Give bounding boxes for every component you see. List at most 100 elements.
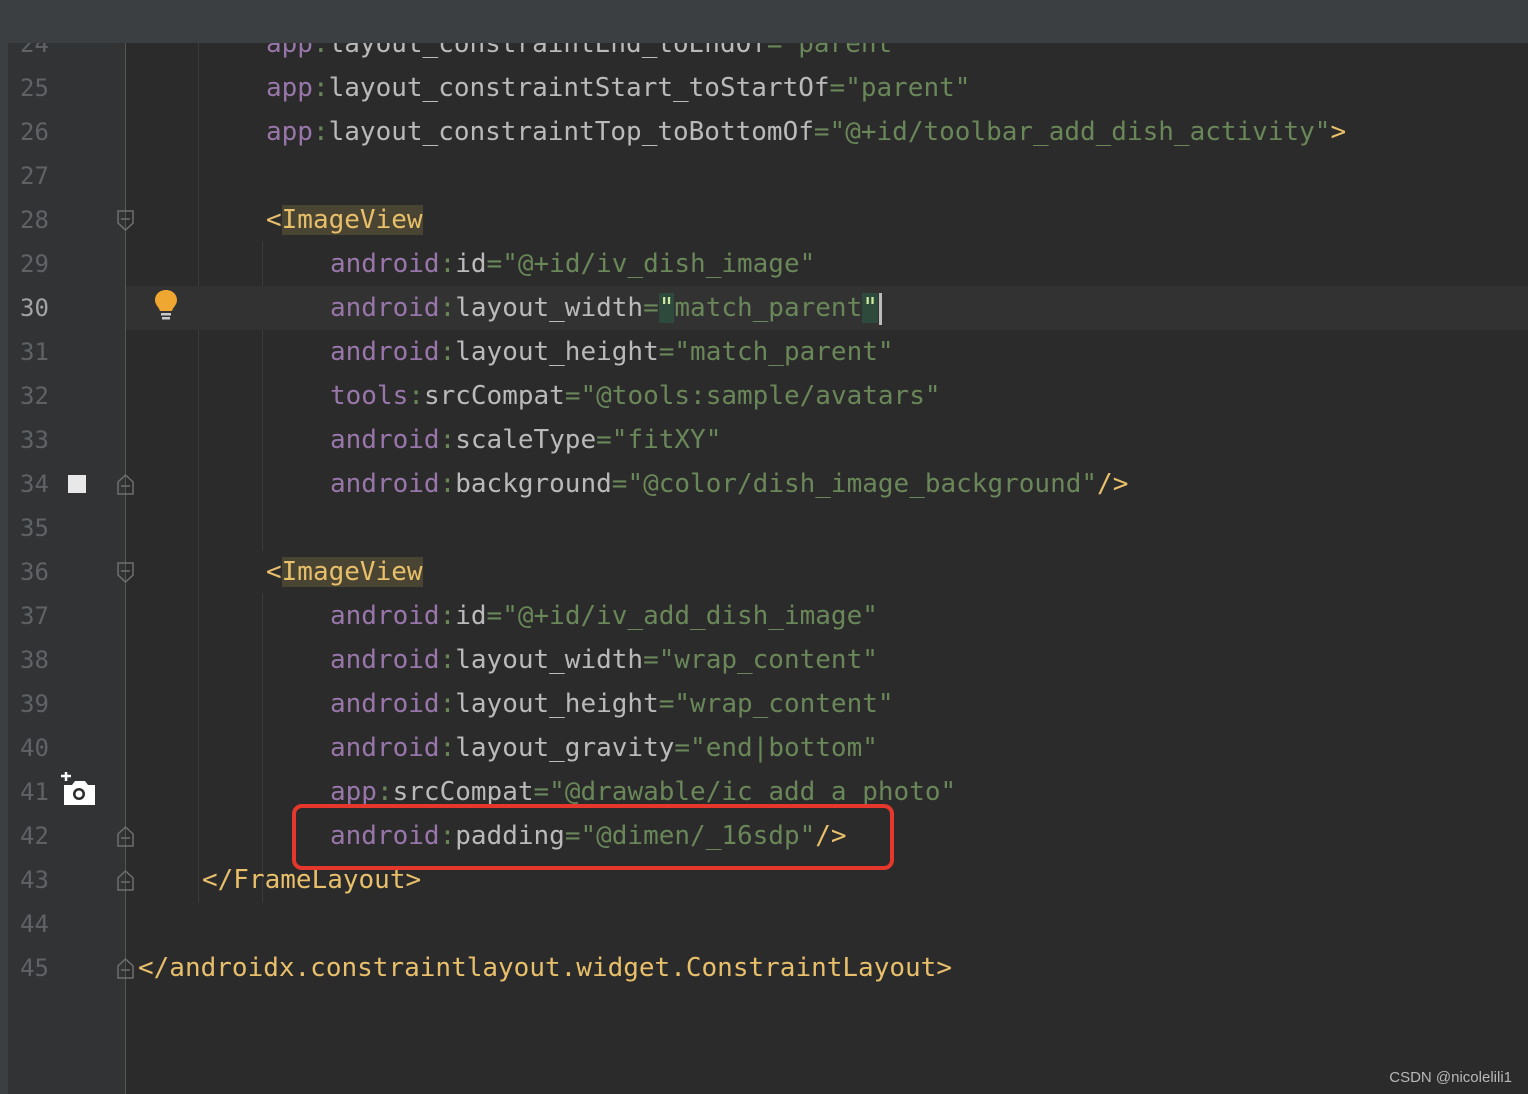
code-token: : [312,73,329,103]
code-text[interactable]: <ImageView [266,550,423,594]
code-line[interactable]: 39 android:layout_height="wrap_content" [0,682,1528,726]
line-number[interactable]: 40 [20,726,80,770]
intention-bulb-icon[interactable] [153,288,179,322]
fold-end-icon[interactable] [117,474,134,495]
code-token: = [674,733,691,763]
code-text[interactable]: </androidx.constraintlayout.widget.Const… [138,946,952,990]
line-number[interactable]: 24 [20,43,80,66]
code-token: layout_height [455,689,659,719]
line-number[interactable]: 39 [20,682,80,726]
code-text[interactable]: android:layout_gravity="end|bottom" [330,726,878,770]
code-token: = [658,337,675,367]
line-number[interactable]: 33 [20,418,80,462]
line-number[interactable]: 38 [20,638,80,682]
fold-end-icon[interactable] [117,958,134,979]
code-line[interactable]: 40 android:layout_gravity="end|bottom" [0,726,1528,770]
code-token: /> [1097,469,1129,499]
code-line[interactable]: 36 <ImageView [0,550,1528,594]
line-number[interactable]: 29 [20,242,80,286]
code-token: : [439,689,456,719]
code-line[interactable]: 28 <ImageView [0,198,1528,242]
code-text[interactable]: android:layout_width="match_parent" [330,286,882,330]
add-a-photo-icon[interactable] [58,772,98,808]
code-token: "parent" [845,73,971,103]
line-number[interactable]: 45 [20,946,80,990]
code-token: android [330,249,440,279]
code-text[interactable]: app:layout_constraintTop_toBottomOf="@+i… [266,110,1346,154]
code-text[interactable]: android:layout_width="wrap_content" [330,638,878,682]
line-number[interactable]: 35 [20,506,80,550]
code-line[interactable]: 27 [0,154,1528,198]
code-token: : [408,381,424,411]
code-text[interactable]: android:background="@color/dish_image_ba… [330,462,1128,506]
line-number[interactable]: 25 [20,66,80,110]
code-token: android [330,337,440,367]
code-line[interactable]: 45 </androidx.constraintlayout.widget.Con… [0,946,1528,990]
code-text[interactable]: app:layout_constraintStart_toStartOf="pa… [266,66,970,110]
line-number[interactable]: 37 [20,594,80,638]
code-token: scaleType [455,425,597,455]
code-token: = [813,117,830,147]
line-number[interactable]: 42 [20,814,80,858]
code-token: "parent" [782,43,908,59]
code-line[interactable]: 38 android:layout_width="wrap_content" [0,638,1528,682]
code-token: "@+id/toolbar_add_dish_activity" [829,117,1331,147]
code-line[interactable]: 37 android:id="@+id/iv_add_dish_image" [0,594,1528,638]
code-token: </androidx.constraintlayout.widget.Const… [138,953,952,983]
code-token: "@+id/iv_add_dish_image" [502,601,878,631]
code-token: "end|bottom" [690,733,878,763]
code-token: = [486,249,503,279]
code-token: android [330,645,440,675]
code-token: android [330,601,440,631]
line-number[interactable]: 44 [20,902,80,946]
line-number[interactable]: 36 [20,550,80,594]
line-number[interactable]: 32 [20,374,80,418]
code-line[interactable]: 26 app:layout_constraintTop_toBottomOf="@… [0,110,1528,154]
code-line[interactable]: 32 tools:srcCompat="@tools:sample/avatars… [0,374,1528,418]
line-number[interactable]: 28 [20,198,80,242]
code-token: layout_constraintTop_toBottomOf [328,117,814,147]
code-editor[interactable]: 24 app:layout_constraintEnd_toEndOf="pare… [0,43,1528,1094]
code-line[interactable]: 44 [0,902,1528,946]
code-line[interactable]: 29 android:id="@+id/iv_dish_image" [0,242,1528,286]
code-token: id [455,249,487,279]
fold-end-icon[interactable] [117,870,134,891]
line-number[interactable]: 43 [20,858,80,902]
text-caret [878,292,882,325]
code-line[interactable]: 25 app:layout_constraintStart_toStartOf="… [0,66,1528,110]
code-line[interactable]: 30 android:layout_width="match_parent" [0,286,1528,330]
code-token: : [439,601,456,631]
watermark: CSDN @nicolelili1 [1389,1069,1512,1086]
code-text[interactable]: android:id="@+id/iv_add_dish_image" [330,594,878,638]
code-text[interactable]: android:id="@+id/iv_dish_image" [330,242,815,286]
line-number[interactable]: 27 [20,154,80,198]
line-number[interactable]: 26 [20,110,80,154]
code-token: "wrap_content" [674,689,894,719]
fold-collapse-icon[interactable] [117,210,134,231]
code-text[interactable]: android:layout_height="match_parent" [330,330,894,374]
code-line[interactable]: 33 android:scaleType="fitXY" [0,418,1528,462]
code-token: > [1330,117,1347,147]
line-number[interactable]: 30 [20,286,80,330]
code-token: "wrap_content" [658,645,878,675]
code-token: android [330,733,440,763]
code-text[interactable]: android:scaleType="fitXY" [330,418,721,462]
fold-end-icon[interactable] [117,826,134,847]
line-number[interactable]: 31 [20,330,80,374]
code-token: : [439,645,456,675]
code-line[interactable]: 34 android:background="@color/dish_image_… [0,462,1528,506]
code-token: : [312,43,329,59]
code-text[interactable]: <ImageView [266,198,423,242]
code-token: match_parent [674,293,863,323]
code-text[interactable]: app:layout_constraintEnd_toEndOf="parent… [266,43,908,66]
fold-collapse-icon[interactable] [117,562,134,583]
code-text[interactable]: android:layout_height="wrap_content" [330,682,894,726]
code-token: "fitXY" [611,425,722,455]
code-line[interactable]: 24 app:layout_constraintEnd_toEndOf="pare… [0,43,1528,66]
code-token: tools [330,381,409,411]
code-line[interactable]: 35 [0,506,1528,550]
code-text[interactable]: tools:srcCompat="@tools:sample/avatars" [330,374,941,418]
code-token: : [439,337,456,367]
code-line[interactable]: 31 android:layout_height="match_parent" [0,330,1528,374]
color-swatch-icon[interactable] [68,475,86,493]
